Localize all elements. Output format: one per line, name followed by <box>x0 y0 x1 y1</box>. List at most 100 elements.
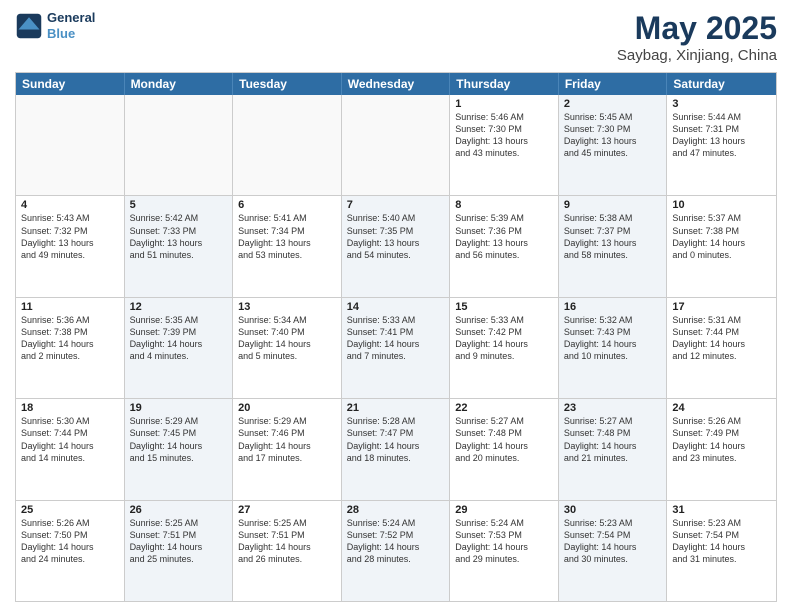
page: General Blue May 2025 Saybag, Xinjiang, … <box>0 0 792 612</box>
calendar-cell: 13Sunrise: 5:34 AM Sunset: 7:40 PM Dayli… <box>233 298 342 398</box>
calendar-cell: 24Sunrise: 5:26 AM Sunset: 7:49 PM Dayli… <box>667 399 776 499</box>
calendar-cell: 8Sunrise: 5:39 AM Sunset: 7:36 PM Daylig… <box>450 196 559 296</box>
main-title: May 2025 <box>617 10 777 47</box>
day-number: 28 <box>347 504 445 516</box>
calendar-cell: 27Sunrise: 5:25 AM Sunset: 7:51 PM Dayli… <box>233 501 342 601</box>
day-number: 18 <box>21 402 119 414</box>
calendar-cell: 1Sunrise: 5:46 AM Sunset: 7:30 PM Daylig… <box>450 95 559 195</box>
cell-info: Sunrise: 5:24 AM Sunset: 7:52 PM Dayligh… <box>347 517 445 566</box>
day-number: 19 <box>130 402 228 414</box>
cell-info: Sunrise: 5:46 AM Sunset: 7:30 PM Dayligh… <box>455 111 553 160</box>
day-number: 6 <box>238 199 336 211</box>
cell-info: Sunrise: 5:42 AM Sunset: 7:33 PM Dayligh… <box>130 212 228 261</box>
calendar-cell: 28Sunrise: 5:24 AM Sunset: 7:52 PM Dayli… <box>342 501 451 601</box>
calendar-row: 1Sunrise: 5:46 AM Sunset: 7:30 PM Daylig… <box>16 95 776 195</box>
logo: General Blue <box>15 10 95 41</box>
logo-icon <box>15 12 43 40</box>
day-number: 23 <box>564 402 662 414</box>
day-number: 31 <box>672 504 771 516</box>
day-number: 20 <box>238 402 336 414</box>
day-number: 15 <box>455 301 553 313</box>
calendar-cell: 21Sunrise: 5:28 AM Sunset: 7:47 PM Dayli… <box>342 399 451 499</box>
day-number: 3 <box>672 98 771 110</box>
day-number: 14 <box>347 301 445 313</box>
header: General Blue May 2025 Saybag, Xinjiang, … <box>15 10 777 64</box>
calendar-cell: 15Sunrise: 5:33 AM Sunset: 7:42 PM Dayli… <box>450 298 559 398</box>
cell-info: Sunrise: 5:35 AM Sunset: 7:39 PM Dayligh… <box>130 314 228 363</box>
calendar-cell <box>125 95 234 195</box>
cell-info: Sunrise: 5:29 AM Sunset: 7:45 PM Dayligh… <box>130 415 228 464</box>
calendar-row: 4Sunrise: 5:43 AM Sunset: 7:32 PM Daylig… <box>16 195 776 296</box>
cell-info: Sunrise: 5:26 AM Sunset: 7:50 PM Dayligh… <box>21 517 119 566</box>
calendar-cell: 22Sunrise: 5:27 AM Sunset: 7:48 PM Dayli… <box>450 399 559 499</box>
header-day: Sunday <box>16 73 125 95</box>
calendar-cell: 23Sunrise: 5:27 AM Sunset: 7:48 PM Dayli… <box>559 399 668 499</box>
calendar-cell: 26Sunrise: 5:25 AM Sunset: 7:51 PM Dayli… <box>125 501 234 601</box>
header-day: Wednesday <box>342 73 451 95</box>
day-number: 11 <box>21 301 119 313</box>
cell-info: Sunrise: 5:38 AM Sunset: 7:37 PM Dayligh… <box>564 212 662 261</box>
logo-text: General Blue <box>47 10 95 41</box>
calendar-cell: 29Sunrise: 5:24 AM Sunset: 7:53 PM Dayli… <box>450 501 559 601</box>
day-number: 27 <box>238 504 336 516</box>
logo-line2: Blue <box>47 26 75 41</box>
calendar-cell: 16Sunrise: 5:32 AM Sunset: 7:43 PM Dayli… <box>559 298 668 398</box>
header-day: Friday <box>559 73 668 95</box>
day-number: 13 <box>238 301 336 313</box>
calendar-body: 1Sunrise: 5:46 AM Sunset: 7:30 PM Daylig… <box>16 95 776 601</box>
calendar-row: 18Sunrise: 5:30 AM Sunset: 7:44 PM Dayli… <box>16 398 776 499</box>
calendar-cell: 12Sunrise: 5:35 AM Sunset: 7:39 PM Dayli… <box>125 298 234 398</box>
day-number: 4 <box>21 199 119 211</box>
subtitle: Saybag, Xinjiang, China <box>617 47 777 64</box>
calendar-row: 25Sunrise: 5:26 AM Sunset: 7:50 PM Dayli… <box>16 500 776 601</box>
day-number: 9 <box>564 199 662 211</box>
calendar-cell: 5Sunrise: 5:42 AM Sunset: 7:33 PM Daylig… <box>125 196 234 296</box>
calendar-cell <box>16 95 125 195</box>
calendar-cell: 18Sunrise: 5:30 AM Sunset: 7:44 PM Dayli… <box>16 399 125 499</box>
calendar-cell: 17Sunrise: 5:31 AM Sunset: 7:44 PM Dayli… <box>667 298 776 398</box>
day-number: 22 <box>455 402 553 414</box>
cell-info: Sunrise: 5:33 AM Sunset: 7:41 PM Dayligh… <box>347 314 445 363</box>
day-number: 26 <box>130 504 228 516</box>
cell-info: Sunrise: 5:39 AM Sunset: 7:36 PM Dayligh… <box>455 212 553 261</box>
day-number: 8 <box>455 199 553 211</box>
calendar-cell: 14Sunrise: 5:33 AM Sunset: 7:41 PM Dayli… <box>342 298 451 398</box>
cell-info: Sunrise: 5:36 AM Sunset: 7:38 PM Dayligh… <box>21 314 119 363</box>
calendar-cell: 11Sunrise: 5:36 AM Sunset: 7:38 PM Dayli… <box>16 298 125 398</box>
calendar-header: SundayMondayTuesdayWednesdayThursdayFrid… <box>16 73 776 95</box>
day-number: 21 <box>347 402 445 414</box>
cell-info: Sunrise: 5:27 AM Sunset: 7:48 PM Dayligh… <box>455 415 553 464</box>
calendar-cell: 20Sunrise: 5:29 AM Sunset: 7:46 PM Dayli… <box>233 399 342 499</box>
calendar-row: 11Sunrise: 5:36 AM Sunset: 7:38 PM Dayli… <box>16 297 776 398</box>
calendar-cell: 10Sunrise: 5:37 AM Sunset: 7:38 PM Dayli… <box>667 196 776 296</box>
day-number: 29 <box>455 504 553 516</box>
calendar-cell: 19Sunrise: 5:29 AM Sunset: 7:45 PM Dayli… <box>125 399 234 499</box>
cell-info: Sunrise: 5:25 AM Sunset: 7:51 PM Dayligh… <box>238 517 336 566</box>
cell-info: Sunrise: 5:44 AM Sunset: 7:31 PM Dayligh… <box>672 111 771 160</box>
header-day: Tuesday <box>233 73 342 95</box>
day-number: 30 <box>564 504 662 516</box>
logo-line1: General <box>47 10 95 26</box>
header-day: Thursday <box>450 73 559 95</box>
calendar-cell: 4Sunrise: 5:43 AM Sunset: 7:32 PM Daylig… <box>16 196 125 296</box>
cell-info: Sunrise: 5:24 AM Sunset: 7:53 PM Dayligh… <box>455 517 553 566</box>
calendar-cell <box>342 95 451 195</box>
calendar: SundayMondayTuesdayWednesdayThursdayFrid… <box>15 72 777 602</box>
cell-info: Sunrise: 5:33 AM Sunset: 7:42 PM Dayligh… <box>455 314 553 363</box>
cell-info: Sunrise: 5:45 AM Sunset: 7:30 PM Dayligh… <box>564 111 662 160</box>
day-number: 17 <box>672 301 771 313</box>
day-number: 16 <box>564 301 662 313</box>
cell-info: Sunrise: 5:34 AM Sunset: 7:40 PM Dayligh… <box>238 314 336 363</box>
cell-info: Sunrise: 5:32 AM Sunset: 7:43 PM Dayligh… <box>564 314 662 363</box>
day-number: 12 <box>130 301 228 313</box>
calendar-cell: 31Sunrise: 5:23 AM Sunset: 7:54 PM Dayli… <box>667 501 776 601</box>
cell-info: Sunrise: 5:23 AM Sunset: 7:54 PM Dayligh… <box>564 517 662 566</box>
day-number: 24 <box>672 402 771 414</box>
day-number: 25 <box>21 504 119 516</box>
cell-info: Sunrise: 5:25 AM Sunset: 7:51 PM Dayligh… <box>130 517 228 566</box>
cell-info: Sunrise: 5:41 AM Sunset: 7:34 PM Dayligh… <box>238 212 336 261</box>
header-day: Saturday <box>667 73 776 95</box>
calendar-cell: 7Sunrise: 5:40 AM Sunset: 7:35 PM Daylig… <box>342 196 451 296</box>
calendar-cell: 3Sunrise: 5:44 AM Sunset: 7:31 PM Daylig… <box>667 95 776 195</box>
cell-info: Sunrise: 5:28 AM Sunset: 7:47 PM Dayligh… <box>347 415 445 464</box>
